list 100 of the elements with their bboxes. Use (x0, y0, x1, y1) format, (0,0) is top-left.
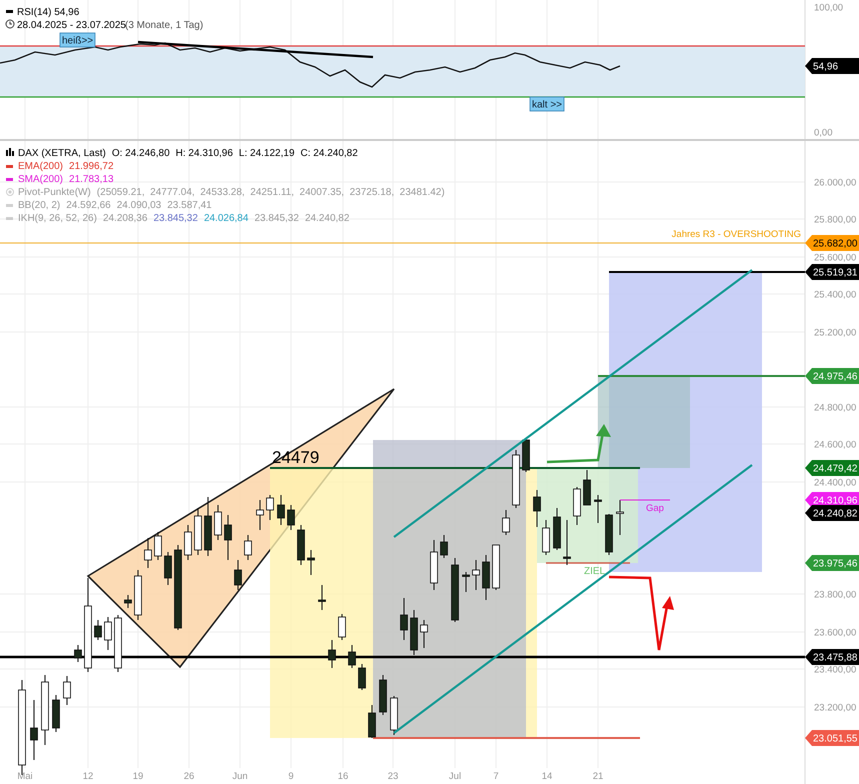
candlestick (318, 584, 326, 610)
axis-label: Jun (232, 771, 248, 782)
candlestick (297, 524, 305, 566)
legend-value: O: 24.246,80 (112, 147, 170, 160)
axis-label: 26 (184, 771, 194, 782)
candlestick (338, 614, 346, 640)
legend-value: 23.845,32 (254, 212, 299, 225)
axis-label: 23 (388, 771, 398, 782)
legend-value: 24.240,82 (304, 212, 350, 225)
candlestick (348, 644, 356, 668)
legend-name: EMA(200) (18, 160, 64, 173)
axis-label: Jul (448, 771, 462, 782)
candlestick (244, 534, 252, 560)
price-label: 24.240,82 (805, 505, 859, 521)
legend-value: 24.208,36 (102, 212, 148, 225)
axis-label: 23.200,00 (814, 702, 856, 714)
candlestick (104, 616, 112, 650)
candlestick (52, 694, 60, 732)
candlestick (328, 640, 336, 668)
axis-label: Mai (17, 771, 33, 782)
legend-value: 23.587,41 (167, 199, 212, 212)
candlestick (379, 674, 387, 716)
candlestick (124, 594, 132, 608)
candlestick (144, 538, 152, 568)
up-arrow (546, 424, 611, 464)
price-label: 23.475,88 (805, 649, 859, 665)
axis-label: 24.400,00 (814, 478, 856, 488)
legend-swatch (6, 165, 13, 168)
legend-value: L: 24.122,19 (238, 147, 295, 160)
candlestick (430, 540, 438, 590)
signal-badge: kalt >> (530, 96, 564, 112)
candlestick (266, 494, 274, 520)
price-label: 23.975,46 (805, 555, 859, 571)
axis-label: 0,00 (814, 128, 832, 138)
legend-name: Pivot-Punkte(W) (18, 186, 91, 199)
candlestick (164, 552, 172, 586)
candlestick (492, 544, 500, 590)
axis-label: 23.800,00 (814, 590, 856, 600)
candlestick (420, 620, 428, 648)
axis-label: 16 (338, 771, 348, 782)
price-label: 25.682,00 (805, 235, 859, 251)
candlestick (410, 610, 418, 656)
candlestick (472, 560, 480, 590)
candlestick (390, 696, 398, 736)
legend-value: H: 24.310,96 (176, 147, 233, 160)
legend-value: 21.996,72 (69, 160, 114, 173)
candlestick (368, 704, 376, 738)
legend-name: DAX (XETRA, Last) (18, 147, 106, 160)
candlestick (114, 614, 122, 672)
candlestick (400, 598, 408, 640)
axis-label: 23.600,00 (814, 628, 856, 638)
candlestick (74, 644, 82, 662)
price-label: 54,96 (805, 58, 859, 74)
legend-name: BB(20, 2) (18, 199, 60, 212)
clock-icon (6, 20, 14, 28)
axis-label: 14 (542, 771, 552, 782)
candlestick (184, 524, 192, 560)
axis-label: 9 (288, 771, 294, 782)
legend-swatch (6, 204, 13, 207)
candlestick (41, 674, 49, 746)
legend-name: IKH(9, 26, 52, 26) (18, 212, 97, 225)
chart-label: Jahres R3 - OVERSHOOTING (672, 229, 801, 240)
radio-icon (6, 188, 14, 196)
period-label: (3 Monate, 1 Tag) (125, 20, 204, 31)
candlestick (214, 504, 222, 540)
chart-label: ZIEL (584, 566, 606, 577)
price-label: 24.479,42 (805, 460, 859, 476)
legend-swatch (6, 217, 13, 220)
axis-label: 25.800,00 (814, 214, 856, 226)
candlestick (224, 514, 232, 560)
candlestick (154, 532, 162, 560)
legend-value: 23.845,32 (153, 212, 198, 225)
legend-value: 24.090,03 (116, 199, 162, 212)
legend-value: 24.592,66 (66, 199, 111, 212)
candlestick (234, 560, 242, 590)
legend-swatch (6, 10, 13, 13)
legend-value: 21.783,13 (69, 173, 114, 186)
legend-name: SMA(200) (18, 173, 64, 186)
candlestick (605, 514, 613, 556)
axis-label: 25.400,00 (814, 290, 856, 300)
candlestick (287, 504, 295, 530)
candlestick (194, 508, 202, 556)
axis-label: 24.600,00 (814, 440, 856, 450)
legend-value: (25059.21, 24777.04, 24533.28, 24251.11, 24007.35, 23725.18, 23481.42) (96, 186, 445, 199)
candlestick (616, 500, 624, 536)
candlestick (563, 520, 571, 566)
axis-label: 24.800,00 (814, 402, 856, 414)
candlestick (358, 664, 366, 690)
candlestick (573, 486, 581, 526)
date-range: 28.04.2025 - 23.07.2025 (17, 20, 126, 31)
signal-badge: heiß>> (60, 32, 96, 48)
axis-label: 21 (592, 771, 604, 782)
candlestick (94, 620, 102, 640)
candlestick (307, 550, 315, 576)
candlestick (30, 700, 38, 760)
candlestick-icon (6, 148, 14, 156)
candlestick (134, 570, 142, 620)
candlestick (553, 508, 561, 550)
axis-label: 25.600,00 (814, 252, 856, 264)
candlestick (63, 676, 71, 706)
